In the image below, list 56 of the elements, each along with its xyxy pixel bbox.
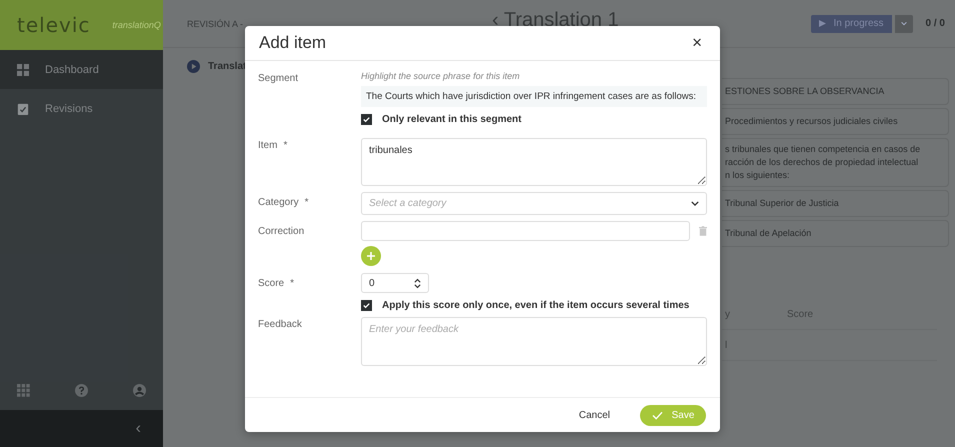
trash-icon[interactable] [699,226,707,236]
item-field[interactable]: tribunales [361,138,707,186]
field-label: Item * [258,139,288,153]
checkbox[interactable] [361,114,372,125]
segment-card[interactable]: Procedimientos y recursos judiciales civiles [722,108,949,135]
segment-text: s tribunales que tienen competencia en casos de [725,143,922,156]
check-icon [652,410,663,420]
apps-icon[interactable] [17,384,30,396]
category-dropdown[interactable]: Select a category [361,192,707,215]
collapse-button[interactable]: ‹ [132,420,145,438]
product-name: translationQ [112,20,161,30]
segment-card[interactable]: Tribunal Superior de Justicia [722,190,949,217]
hint-text: Highlight the source phrase for this item [361,71,521,81]
page-title: ‹ Translation 1 [492,9,619,32]
checkbox-label: Apply this score only once, even if the item occurs several times [382,300,690,311]
field-label: Score * [258,277,296,291]
add-icon[interactable] [361,246,381,266]
modal-title: Add item [259,33,326,53]
spinner-icon [414,278,421,288]
save-button[interactable]: Save [640,404,706,426]
counter: 0 / 0 [926,18,945,29]
caret-icon [900,21,907,26]
checkbox[interactable] [361,300,372,311]
play-icon [187,60,200,73]
score-field[interactable]: 0 [361,273,429,293]
segment-card[interactable]: s tribunales que tienen competencia en casos de racción de los derechos de propiedad intelectual n los siguientes: [722,138,949,187]
breadcrumb: REVISIÓN A - [187,18,244,28]
cancel-button[interactable]: Cancel [572,408,616,422]
segment-card[interactable]: Tribunal de Apelación [722,220,949,247]
clipboard-icon [17,102,29,114]
dashboard-icon [17,64,29,76]
segment-text: n los siguientes: [725,169,791,182]
status-button[interactable]: In progress [810,14,892,32]
field-label: Category * [258,196,310,210]
segment-text: racción de los derechos de propiedad intelectual [725,156,920,169]
field-label: Segment [258,72,300,86]
segment-text: Tribunal de Apelación [725,227,812,240]
close-button[interactable]: × [688,33,706,53]
task-title: Translat [208,61,246,72]
account-icon[interactable] [133,384,146,396]
segment-text: ESTIONES SOBRE LA OBSERVANCIA [725,85,886,98]
play-icon [818,20,826,27]
help-icon[interactable] [75,384,88,396]
nav-item[interactable]: Dashboard [0,50,163,89]
segment-card[interactable]: ESTIONES SOBRE LA OBSERVANCIA [722,78,949,105]
source-text[interactable]: The Courts which have jurisdiction over IPR infringement cases are as follows: [361,86,707,107]
field-label: Correction [258,225,306,239]
logo: televic [17,13,90,37]
segment-text: Tribunal Superior de Justicia [725,197,840,210]
checkbox-label: Only relevant in this segment [382,114,522,125]
status-dropdown[interactable] [894,14,913,32]
segment-text: Procedimientos y recursos judiciales civiles [725,115,899,128]
correction-field[interactable] [361,221,690,241]
field-label: Feedback [258,318,303,332]
feedback-field[interactable]: Enter your feedback [361,317,707,366]
chevron-icon [691,201,699,206]
